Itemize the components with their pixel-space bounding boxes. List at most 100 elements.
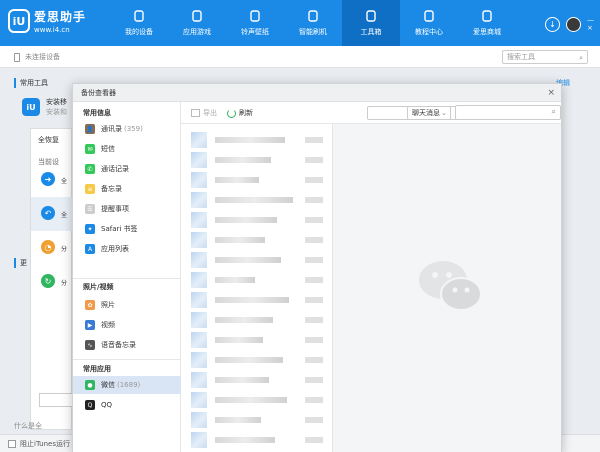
category-sms[interactable]: ✉ 短信 — [73, 140, 181, 158]
nav-ringtone[interactable]: 铃声壁纸 — [226, 0, 284, 46]
contact-name-redacted — [215, 257, 281, 263]
nav-label: 爱思商城 — [473, 27, 501, 36]
nav-tutorial[interactable]: 教程中心 — [400, 0, 458, 46]
window-close-icon[interactable]: × — [587, 24, 594, 32]
conversation-row[interactable] — [181, 350, 332, 370]
category-voice-memo[interactable]: ∿ 语音备忘录 — [73, 336, 181, 354]
category-contacts[interactable]: 👤 通讯录 (359) — [73, 120, 181, 138]
category-qq[interactable]: Q QQ — [73, 396, 181, 414]
conversation-row[interactable] — [181, 430, 332, 450]
nav-toolbox[interactable]: 工具箱 — [342, 0, 400, 46]
contact-avatar — [191, 192, 207, 208]
nav-store[interactable]: 爱思商城 — [458, 0, 516, 46]
block-itunes-checkbox[interactable]: 阻止iTunes运行 — [8, 439, 70, 449]
category-video[interactable]: ▶ 视频 — [73, 316, 181, 334]
contacts-icon: 👤 — [85, 124, 95, 134]
category-call[interactable]: ✆ 通话记录 — [73, 160, 181, 178]
category-label: 提醒事项 — [101, 205, 129, 213]
contact-avatar — [191, 152, 207, 168]
message-date-redacted — [305, 137, 323, 143]
window-minimize-icon[interactable]: — — [587, 16, 594, 24]
message-date-redacted — [305, 157, 323, 163]
message-type-value: 聊天消息 — [412, 109, 440, 117]
conversation-row[interactable] — [181, 270, 332, 290]
restore-option[interactable]: ➜ 全 — [31, 163, 73, 197]
conversation-row[interactable] — [181, 410, 332, 430]
checkbox-icon[interactable] — [8, 440, 16, 448]
contact-name-redacted — [215, 397, 287, 403]
category-label: 通讯录 — [101, 125, 122, 133]
restore-option[interactable]: ↶ 全 — [31, 197, 73, 231]
restore-option[interactable]: ↻ 分 — [31, 265, 73, 299]
download-icon[interactable]: ↓ — [545, 16, 560, 32]
close-icon[interactable]: × — [547, 84, 555, 102]
search-icon[interactable]: ⌕ — [552, 107, 556, 117]
applist-icon: A — [85, 244, 95, 254]
refresh-button[interactable]: 刷新 — [227, 108, 253, 118]
conversation-row[interactable] — [181, 230, 332, 250]
flash-icon — [308, 9, 318, 22]
contact-name-redacted — [215, 317, 273, 323]
nav-label: 工具箱 — [360, 27, 382, 36]
logo-mark-icon: iU — [8, 9, 30, 33]
contact-avatar — [191, 412, 207, 428]
install-tool-title: 安装移 — [46, 98, 67, 106]
contact-avatar — [191, 292, 207, 308]
category-photos[interactable]: ✿ 照片 — [73, 296, 181, 314]
nav-flash[interactable]: 智能刷机 — [284, 0, 342, 46]
category-label: 视频 — [101, 321, 115, 329]
category-wechat[interactable]: ● 微信 (1689) — [73, 376, 181, 394]
nav-appstore[interactable]: 应用游戏 — [168, 0, 226, 46]
install-tool[interactable]: iU 安装移 安装和 — [22, 97, 67, 117]
category-safari[interactable]: ✦ Safari 书签 — [73, 220, 181, 238]
category-reminders[interactable]: ☰ 提醒事项 — [73, 200, 181, 218]
category-notes[interactable]: ≡ 备忘录 — [73, 180, 181, 198]
contact-avatar — [191, 212, 207, 228]
wechat-logo-icon — [419, 261, 482, 311]
restore-option[interactable]: ◔ 分 — [31, 231, 73, 265]
refresh-icon — [227, 108, 236, 118]
conversation-list — [181, 124, 333, 452]
video-icon: ▶ — [85, 320, 95, 330]
safari-icon: ✦ — [85, 224, 95, 234]
user-avatar[interactable] — [566, 16, 581, 32]
nav-label: 我的设备 — [125, 27, 153, 36]
toolbox-icon — [366, 9, 376, 22]
restore-path-input[interactable] — [39, 393, 73, 407]
message-search-input[interactable]: ⌕ — [455, 105, 561, 120]
message-type-select[interactable]: 聊天消息 ⌄ — [407, 106, 451, 120]
category-label: 微信 — [101, 381, 115, 389]
conversation-row[interactable] — [181, 330, 332, 350]
reminders-icon: ☰ — [85, 204, 95, 214]
contact-name-redacted — [215, 357, 283, 363]
conversation-row[interactable] — [181, 170, 332, 190]
conversation-row[interactable] — [181, 150, 332, 170]
top-bar: iU 爱思助手 www.i4.cn 我的设备 应用游戏 铃声壁纸 智能刷机 工具箱 教程中… — [0, 0, 600, 46]
restore-panel: 全恢复 当前设 ➜ 全 ↶ 全 ◔ 分 ↻ 分 — [30, 128, 73, 430]
wechat-icon: ● — [85, 380, 95, 390]
divider — [73, 278, 181, 279]
message-date-redacted — [305, 357, 323, 363]
restore-help-link[interactable]: 什么是全 — [14, 421, 42, 431]
conversation-row[interactable] — [181, 310, 332, 330]
conversation-row[interactable] — [181, 290, 332, 310]
nav-phone[interactable]: 我的设备 — [110, 0, 168, 46]
conversation-row[interactable] — [181, 210, 332, 230]
qq-icon: Q — [85, 400, 95, 410]
contact-avatar — [191, 172, 207, 188]
category-applist[interactable]: A 应用列表 — [73, 240, 181, 258]
search-icon[interactable]: ⌕ — [579, 52, 583, 64]
conversation-row[interactable] — [181, 130, 332, 150]
conversation-row[interactable] — [181, 190, 332, 210]
conversation-row[interactable] — [181, 250, 332, 270]
category-label: 语音备忘录 — [101, 341, 136, 349]
category-label: Safari 书签 — [101, 225, 138, 233]
conversation-row[interactable] — [181, 390, 332, 410]
export-button[interactable]: 导出 — [191, 108, 217, 118]
category-sidebar: 常用信息 照片/视频 常用应用 👤 通讯录 (359) ✉ 短信 ✆ 通话记录 ≡ 备忘录 ☰ 提醒… — [73, 102, 181, 452]
tool-search-input[interactable]: 搜索工具 ⌕ — [502, 50, 588, 64]
message-date-redacted — [305, 237, 323, 243]
dialog-title-text: 备份查看器 — [81, 89, 116, 97]
contact-avatar — [191, 352, 207, 368]
conversation-row[interactable] — [181, 370, 332, 390]
